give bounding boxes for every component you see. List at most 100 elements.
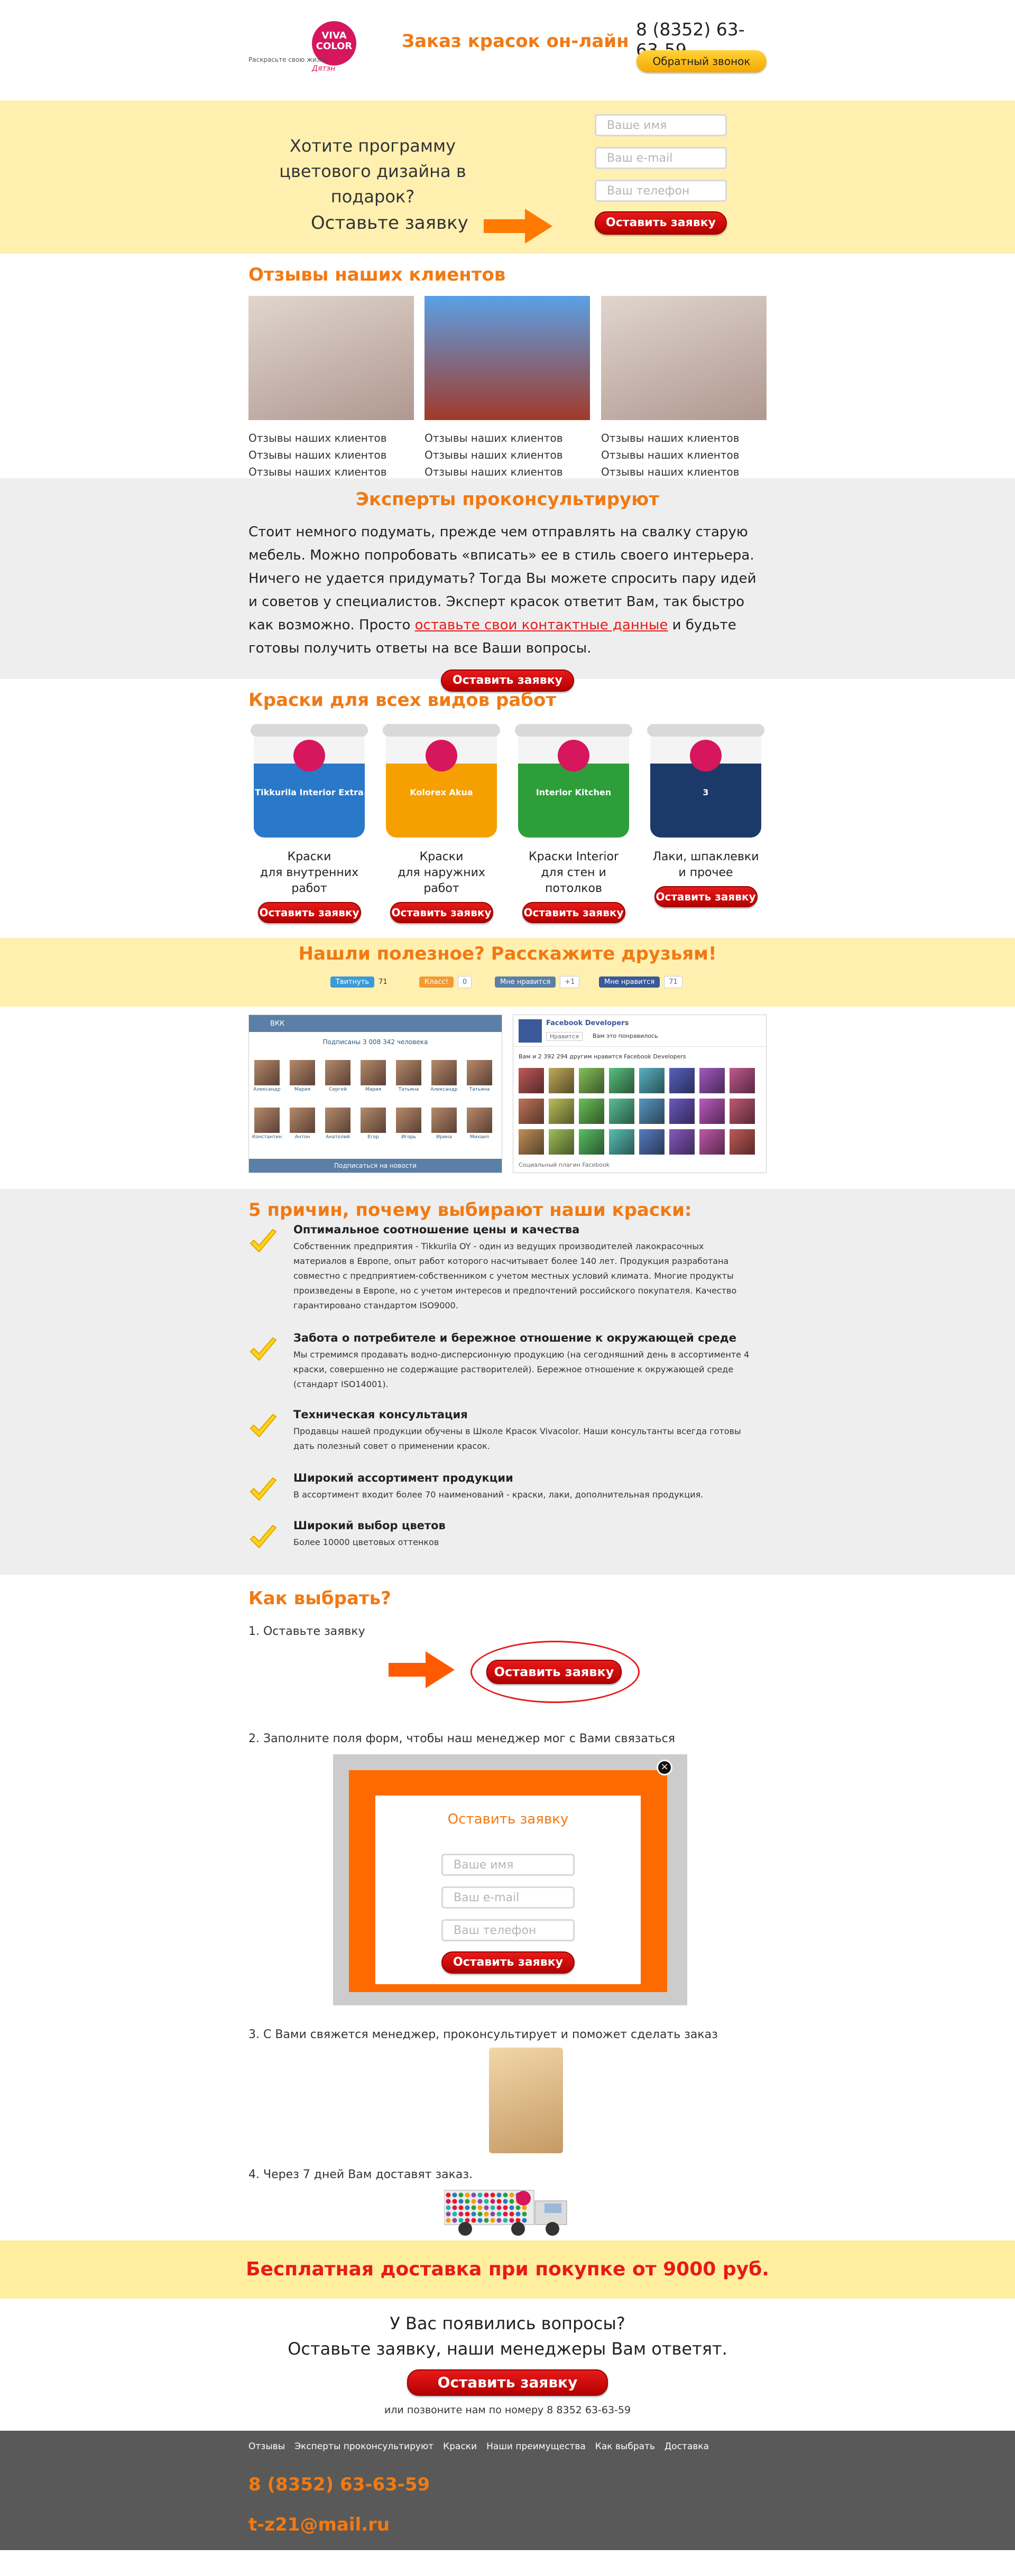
fb-fan-avatar[interactable] — [730, 1099, 755, 1124]
footer-link-advantages[interactable]: Наши преимущества — [486, 2441, 586, 2452]
paint-order-button[interactable]: Оставить заявку — [257, 902, 361, 923]
modal-preview: Оставить заявку Ваше имя Ваш e-mail Ваш … — [333, 1754, 687, 2005]
close-icon[interactable]: × — [657, 1760, 672, 1775]
experts-contact-link[interactable]: оставьте свои контактные данные — [415, 617, 668, 633]
fb-fan-avatar[interactable] — [519, 1129, 544, 1155]
step1-button[interactable]: Оставить заявку — [486, 1660, 622, 1684]
fb-fan-avatar[interactable] — [669, 1129, 695, 1155]
modal-submit-button[interactable]: Оставить заявку — [441, 1951, 575, 1974]
footer-email[interactable]: t-z21@mail.ru — [248, 2514, 390, 2535]
promo-phone-input[interactable]: Ваш телефон — [595, 180, 727, 202]
vk-member-avatar[interactable] — [290, 1108, 315, 1133]
vk-member-name: Антон — [294, 1134, 310, 1140]
vk-member-avatar[interactable] — [467, 1060, 492, 1085]
ok-button[interactable]: Класс! — [419, 976, 454, 988]
fb-like-button[interactable]: Мне нравится — [599, 976, 660, 988]
fb-fan-avatar[interactable] — [730, 1129, 755, 1155]
modal-name-input[interactable]: Ваше имя — [441, 1854, 575, 1876]
paint-order-button[interactable]: Оставить заявку — [654, 886, 758, 907]
twitter-share[interactable]: Твитнуть 71 — [330, 975, 387, 989]
fb-like-page-button[interactable]: Нравится — [546, 1032, 583, 1041]
question-section: У Вас появились вопросы? Оставьте заявку… — [0, 2299, 1015, 2431]
fb-fan-avatar[interactable] — [669, 1068, 695, 1093]
site-title: Заказ красок он-лайн — [402, 31, 629, 52]
paint-order-button[interactable]: Оставить заявку — [522, 902, 625, 923]
paint-caption-line2: для наружних работ — [398, 866, 485, 895]
manager-photo — [489, 2048, 563, 2153]
vk-member-avatar[interactable] — [467, 1108, 492, 1133]
fb-fan-avatar[interactable] — [549, 1099, 574, 1124]
paint-caption-line1: Лаки, шпаклевки — [652, 850, 759, 863]
modal-email-input[interactable]: Ваш e-mail — [441, 1886, 575, 1909]
paint-order-button[interactable]: Оставить заявку — [390, 902, 493, 923]
fb-fan-avatar[interactable] — [549, 1068, 574, 1093]
fb-fan-avatar[interactable] — [609, 1068, 634, 1093]
reason-item: Широкий выбор цветов Более 10000 цветовых… — [293, 1519, 759, 1550]
fb-fan-avatar[interactable] — [730, 1068, 755, 1093]
fb-page-icon — [519, 1019, 542, 1043]
vk-share[interactable]: Мне нравится +1 — [495, 975, 580, 989]
step-3: 3. С Вами свяжется менеджер, проконсульт… — [248, 2028, 718, 2041]
reason-item: Оптимальное соотношение цены и качества С… — [293, 1223, 759, 1313]
fb-like-text: Вам это понравилось — [593, 1033, 658, 1039]
fb-fan-avatar[interactable] — [609, 1099, 634, 1124]
paint-caption-line2: и прочее — [678, 866, 733, 879]
vk-member-avatar[interactable] — [396, 1108, 421, 1133]
logo-tagline: Раскрасьте свою жизнь — [248, 56, 328, 63]
fb-fan-avatar[interactable] — [609, 1129, 634, 1155]
paint-product-name: 3 — [703, 787, 709, 797]
paint-card: Kolorex Akua Краски для наружних работ Оста… — [381, 724, 502, 923]
footer-link-delivery[interactable]: Доставка — [665, 2441, 709, 2452]
review-card: Отзывы наших клиентов Отзывы наших клиен… — [425, 296, 590, 480]
vk-member-avatar[interactable] — [431, 1108, 457, 1133]
fb-fan-avatar[interactable] — [699, 1068, 725, 1093]
fb-fan-avatar[interactable] — [519, 1068, 544, 1093]
footer-link-reviews[interactable]: Отзывы — [248, 2441, 285, 2452]
footer-link-paints[interactable]: Краски — [443, 2441, 477, 2452]
footer-link-experts[interactable]: Эксперты проконсультируют — [294, 2441, 433, 2452]
fb-fan-avatar[interactable] — [639, 1099, 665, 1124]
vk-member-avatar[interactable] — [396, 1060, 421, 1085]
fb-share[interactable]: Мне нравится 71 — [599, 975, 682, 989]
promo-name-input[interactable]: Ваше имя — [595, 114, 727, 136]
paint-card: 3 Лаки, шпаклевки и прочее Оставить заявку — [645, 724, 767, 907]
fb-fan-avatar[interactable] — [639, 1068, 665, 1093]
promo-email-input[interactable]: Ваш e-mail — [595, 147, 727, 169]
fb-fan-avatar[interactable] — [669, 1099, 695, 1124]
fb-fan-avatar[interactable] — [699, 1129, 725, 1155]
vk-member-avatar[interactable] — [361, 1108, 386, 1133]
vk-member-avatar[interactable] — [254, 1108, 280, 1133]
modal-phone-input[interactable]: Ваш телефон — [441, 1919, 575, 1941]
callback-button[interactable]: Обратный звонок — [636, 50, 767, 72]
fb-fan-avatar[interactable] — [579, 1129, 604, 1155]
promo-submit-button[interactable]: Оставить заявку — [595, 211, 727, 235]
vk-member-name: Ирина — [436, 1134, 452, 1140]
review-card: Отзывы наших клиентов Отзывы наших клиен… — [248, 296, 414, 480]
vk-member-avatar[interactable] — [361, 1060, 386, 1085]
fb-fan-avatar[interactable] — [519, 1099, 544, 1124]
question-button[interactable]: Оставить заявку — [407, 2369, 608, 2396]
logo[interactable]: VIVA COLOR Раскрасьте свою жизнь Дятэн — [248, 21, 365, 74]
fb-fan-avatar[interactable] — [549, 1129, 574, 1155]
vk-subscribe-button[interactable]: Подписаться на новости — [249, 1159, 502, 1173]
ok-share[interactable]: Класс! 0 — [419, 975, 472, 989]
social-widgets: ВКК Подписаны 3 008 342 человека Алексан… — [0, 1007, 1015, 1189]
fb-fan-avatar[interactable] — [639, 1129, 665, 1155]
fb-fan-avatar[interactable] — [579, 1099, 604, 1124]
fb-fan-avatar[interactable] — [699, 1099, 725, 1124]
step-2: 2. Заполните поля форм, чтобы наш менедж… — [248, 1732, 675, 1745]
twitter-button[interactable]: Твитнуть — [330, 976, 375, 988]
vk-member-avatar[interactable] — [325, 1060, 350, 1085]
reasons-section: 5 причин, почему выбирают наши краски: О… — [0, 1189, 1015, 1575]
vk-member-avatar[interactable] — [325, 1108, 350, 1133]
vk-member-avatar[interactable] — [431, 1060, 457, 1085]
footer-link-how[interactable]: Как выбрать — [595, 2441, 655, 2452]
vk-member-avatar[interactable] — [290, 1060, 315, 1085]
vk-widget-header: ВКК — [249, 1015, 502, 1032]
fb-count: 71 — [664, 975, 682, 988]
paint-product-name: Interior Kitchen — [536, 787, 612, 797]
vk-like-button[interactable]: Мне нравится — [495, 976, 556, 988]
fb-fan-avatar[interactable] — [579, 1068, 604, 1093]
vk-member-name: Александр — [430, 1087, 458, 1092]
vk-member-avatar[interactable] — [254, 1060, 280, 1085]
